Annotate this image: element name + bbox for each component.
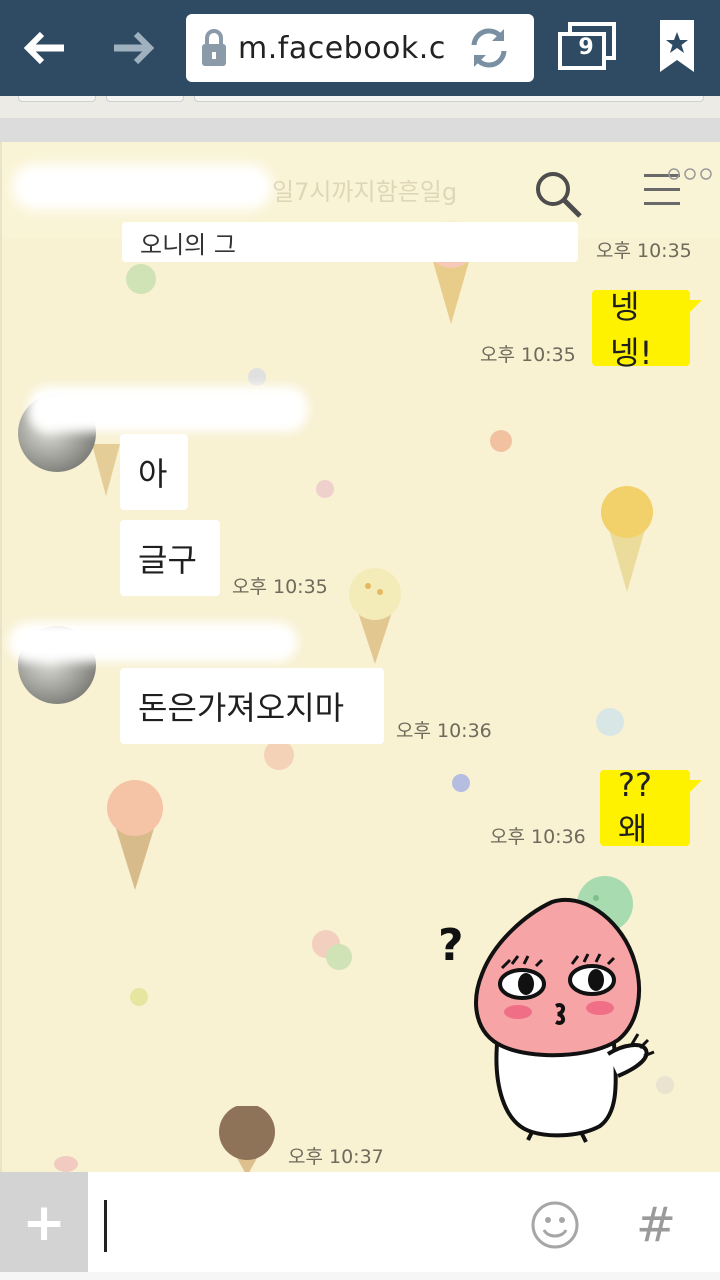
message-input-bar: + # xyxy=(0,1172,720,1280)
blurred-sender-name xyxy=(8,622,298,662)
page-strip xyxy=(0,96,720,118)
plus-label: + xyxy=(22,1193,66,1253)
tabs-button[interactable]: 9 xyxy=(556,22,618,72)
back-button[interactable] xyxy=(10,12,80,84)
bg-dot xyxy=(326,944,352,970)
message-text: 돈은가져오지마 xyxy=(138,689,345,727)
more-dots-icon xyxy=(668,168,712,180)
ice-cream-decoration xyxy=(219,1106,275,1172)
divider xyxy=(0,118,720,142)
ice-cream-decoration xyxy=(349,568,401,664)
url-text: m.facebook.c xyxy=(238,30,446,66)
bg-dot xyxy=(130,988,148,1006)
bg-dot xyxy=(126,264,156,294)
ice-cream-decoration xyxy=(107,780,163,890)
refresh-icon[interactable] xyxy=(464,23,514,73)
tabs-count: 9 xyxy=(578,35,594,60)
bottom-edge xyxy=(0,1272,720,1280)
ice-cream-decoration xyxy=(601,486,653,592)
browser-toolbar: m.facebook.c 9 xyxy=(0,0,720,96)
lock-icon xyxy=(202,29,226,66)
message-time: 오후 10:35 xyxy=(232,576,328,598)
message-time: 오후 10:35 xyxy=(596,240,692,262)
their-message-bubble: 글구 xyxy=(120,520,220,596)
bg-dot xyxy=(452,774,470,792)
bg-dot xyxy=(316,480,334,498)
bookmark-star-icon[interactable] xyxy=(652,18,702,74)
bg-dot xyxy=(264,740,294,770)
bg-dot xyxy=(490,430,512,452)
their-message-bubble: 아 xyxy=(120,434,188,510)
blurred-chat-title xyxy=(12,164,272,210)
message-text: ??왜 xyxy=(618,766,652,848)
my-message-bubble: ??왜 xyxy=(600,766,702,848)
bg-dot xyxy=(596,708,624,736)
search-icon[interactable] xyxy=(532,168,584,220)
back-arrow-icon xyxy=(23,31,64,65)
message-text: 아 xyxy=(138,455,168,493)
message-input-caret[interactable] xyxy=(104,1200,107,1252)
forward-arrow-icon xyxy=(114,31,155,65)
message-time: 오후 10:35 xyxy=(480,344,576,366)
my-message-bubble: 넹넹! xyxy=(592,288,702,372)
chat-room[interactable]: 일7시까지함흔일g 오니의 그 오후 10:35 넹넹! 오후 10:35 아 … xyxy=(0,142,720,1172)
message-time: 오후 10:36 xyxy=(490,826,586,848)
message-text: 넹넹! xyxy=(610,288,653,372)
blurred-sender-name xyxy=(28,386,308,432)
header-faint-text: 일7시까지함흔일g xyxy=(272,178,458,206)
address-bar[interactable]: m.facebook.c xyxy=(186,14,534,82)
forward-button[interactable] xyxy=(98,12,168,84)
sticker-question-mark: ? xyxy=(438,920,464,971)
peach-character-sticker: ? xyxy=(438,897,655,1143)
hashtag-search-button[interactable]: # xyxy=(634,1200,678,1250)
message-text: 글구 xyxy=(138,541,197,579)
partial-message-bubble: 오니의 그 xyxy=(122,222,578,262)
smiley-icon[interactable] xyxy=(530,1200,580,1250)
message-time: 오후 10:36 xyxy=(396,720,492,742)
message-text: 오니의 그 xyxy=(140,231,236,259)
bg-dot xyxy=(248,368,266,386)
message-time: 오후 10:37 xyxy=(288,1146,384,1168)
attach-plus-button[interactable]: + xyxy=(0,1172,88,1274)
their-message-bubble: 돈은가져오지마 xyxy=(120,668,384,744)
bg-dot xyxy=(54,1156,78,1172)
